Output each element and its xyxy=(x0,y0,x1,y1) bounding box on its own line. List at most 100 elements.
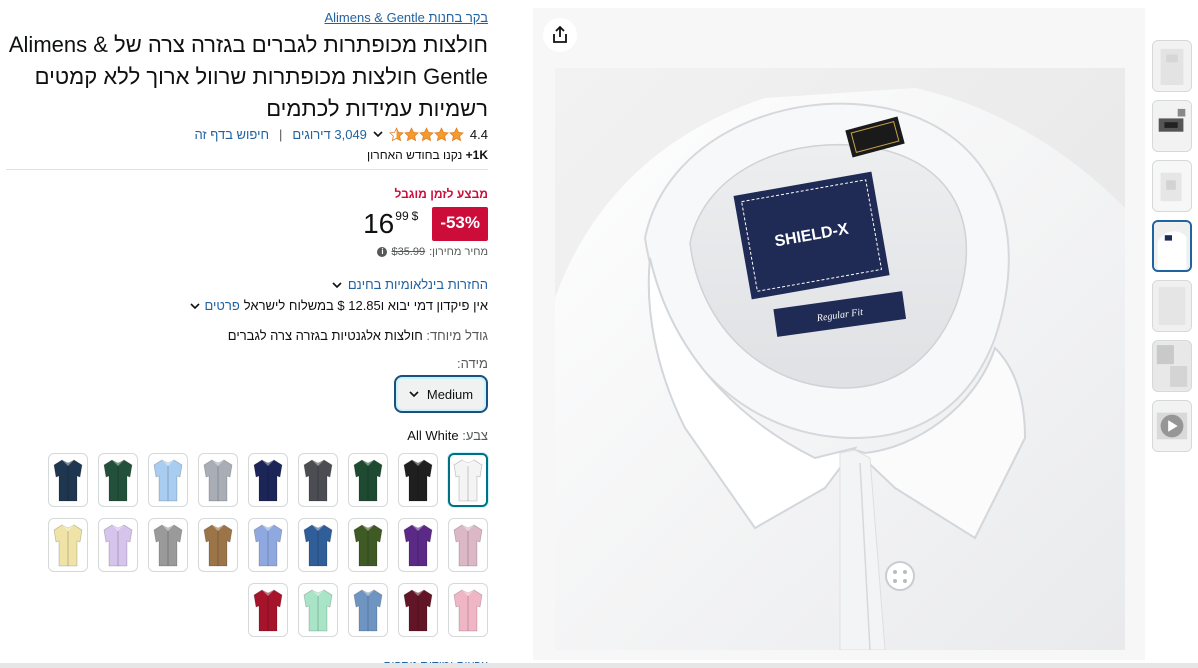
shirt-icon xyxy=(303,459,333,502)
shirt-icon xyxy=(103,459,133,502)
special-size-value: חולצות אלגנטיות בגזרה צרה לגברים xyxy=(227,328,427,343)
size-selected-value: Medium xyxy=(426,386,474,402)
color-swatch[interactable] xyxy=(48,518,88,572)
shirt-icon xyxy=(53,459,83,502)
shirt-icon xyxy=(253,589,283,632)
shirt-icon xyxy=(453,459,483,502)
product-title: חולצות מכופתרות לגברים בגזרה צרה של Alim… xyxy=(8,32,488,121)
shirt-icon xyxy=(453,524,483,567)
color-swatch[interactable] xyxy=(98,453,138,507)
deal-badge: מבצע לזמן מוגבל xyxy=(394,187,488,201)
color-swatch[interactable] xyxy=(448,518,488,572)
price-row: -53% 16 99 $ xyxy=(363,207,488,241)
color-swatch[interactable] xyxy=(348,518,388,572)
shirt-icon xyxy=(403,589,433,632)
color-swatch[interactable] xyxy=(298,583,338,637)
store-link[interactable]: בקר בחנות Alimens & Gentle xyxy=(324,10,488,25)
shipping-details-link[interactable]: פרטים xyxy=(204,298,239,313)
color-swatch[interactable] xyxy=(398,453,438,507)
color-swatch[interactable] xyxy=(248,583,288,637)
share-icon xyxy=(553,25,567,43)
shirt-icon xyxy=(303,524,333,567)
main-product-image[interactable]: SHIELD-X Regular Fit xyxy=(555,68,1125,650)
shirt-icon xyxy=(403,524,433,567)
info-icon[interactable]: i xyxy=(377,247,388,257)
shipping-text: אין פיקדון דמי יבוא ו‎$ 12.85 במשלוח ליש… xyxy=(243,298,488,313)
returns-text: החזרות בינלאומיות בחינם xyxy=(347,277,488,292)
color-label: צבע: All White xyxy=(407,428,488,443)
product-info-panel: בקר בחנות Alimens & Gentle חולצות מכופתר… xyxy=(0,0,496,668)
chevron-down-icon[interactable] xyxy=(190,301,201,311)
color-swatch[interactable] xyxy=(48,453,88,507)
shirt-icon xyxy=(403,459,433,502)
shirt-icon xyxy=(453,589,483,632)
star-icon xyxy=(434,126,449,141)
size-dropdown[interactable]: Medium xyxy=(394,375,488,413)
price-whole: 16 xyxy=(363,208,395,239)
special-size-label: גודל מיוחד: xyxy=(426,328,488,343)
rating-row: 4.4 3,049 דירוגים | חיפוש בדף זה xyxy=(194,125,488,143)
color-swatch[interactable] xyxy=(248,453,288,507)
shirt-collar-image: SHIELD-X Regular Fit xyxy=(555,68,1125,650)
bought-text: נקנו בחודש האחרון xyxy=(367,148,466,162)
color-swatch[interactable] xyxy=(198,453,238,507)
thumbnail[interactable] xyxy=(1152,280,1192,332)
price-fraction: 99 xyxy=(395,209,409,223)
color-swatch[interactable] xyxy=(298,518,338,572)
list-price: מחיר מחירון: $35.99 i xyxy=(377,246,488,258)
star-icon xyxy=(449,126,464,141)
shirt-icon xyxy=(253,459,283,502)
star-rating[interactable] xyxy=(389,126,464,142)
share-button[interactable] xyxy=(543,18,577,52)
rating-value: 4.4 xyxy=(469,126,488,142)
bought-last-month: 1K+ נקנו בחודש האחרון xyxy=(367,148,488,162)
color-selected-value: All White xyxy=(407,428,463,443)
shirt-icon xyxy=(53,524,83,567)
color-swatch[interactable] xyxy=(148,453,188,507)
thumbnail[interactable] xyxy=(1152,160,1192,212)
color-swatch[interactable] xyxy=(248,518,288,572)
shirt-icon xyxy=(103,524,133,567)
star-icon xyxy=(419,126,434,141)
thumbnail[interactable] xyxy=(1152,100,1192,152)
star-icon xyxy=(404,126,419,141)
color-swatch[interactable] xyxy=(148,518,188,572)
color-swatch[interactable] xyxy=(398,583,438,637)
search-page-link[interactable]: חיפוש בדף זה xyxy=(194,127,269,142)
color-swatch[interactable] xyxy=(398,518,438,572)
size-label: מידה: xyxy=(457,356,488,371)
special-size: גודל מיוחד: חולצות אלגנטיות בגזרה צרה לג… xyxy=(228,328,488,343)
thumbnail[interactable] xyxy=(1152,340,1192,392)
shirt-icon xyxy=(303,589,333,632)
chevron-down-icon xyxy=(332,281,342,288)
rating-count-link[interactable]: 3,049 דירוגים xyxy=(292,127,367,142)
color-swatch[interactable] xyxy=(98,518,138,572)
shirt-icon xyxy=(353,589,383,632)
separator: | xyxy=(279,126,283,142)
divider xyxy=(6,169,488,170)
shipping-info: אין פיקדון דמי יבוא ו‎$ 12.85 במשלוח ליש… xyxy=(190,298,488,313)
shirt-icon xyxy=(153,524,183,567)
chevron-down-icon xyxy=(409,391,419,398)
discount-badge: -53% xyxy=(432,207,488,241)
bought-count: 1K+ xyxy=(465,148,488,162)
video-thumbnail[interactable] xyxy=(1152,400,1192,452)
bottom-edge xyxy=(0,663,1198,668)
color-swatch[interactable] xyxy=(448,453,488,507)
free-returns-link[interactable]: החזרות בינלאומיות בחינם xyxy=(332,277,488,292)
price-currency: $ xyxy=(411,209,419,223)
color-swatches xyxy=(44,453,488,637)
thumbnail-selected[interactable] xyxy=(1152,220,1192,272)
list-price-value: $35.99 xyxy=(391,246,426,258)
star-half-icon xyxy=(389,126,404,141)
list-price-label: מחיר מחירון: xyxy=(429,246,488,258)
color-swatch[interactable] xyxy=(198,518,238,572)
shirt-icon xyxy=(353,459,383,502)
shirt-icon xyxy=(203,524,233,567)
thumbnail[interactable] xyxy=(1152,40,1192,92)
color-swatch[interactable] xyxy=(448,583,488,637)
color-swatch[interactable] xyxy=(348,453,388,507)
chevron-down-icon[interactable] xyxy=(373,129,383,139)
color-swatch[interactable] xyxy=(298,453,338,507)
color-swatch[interactable] xyxy=(348,583,388,637)
